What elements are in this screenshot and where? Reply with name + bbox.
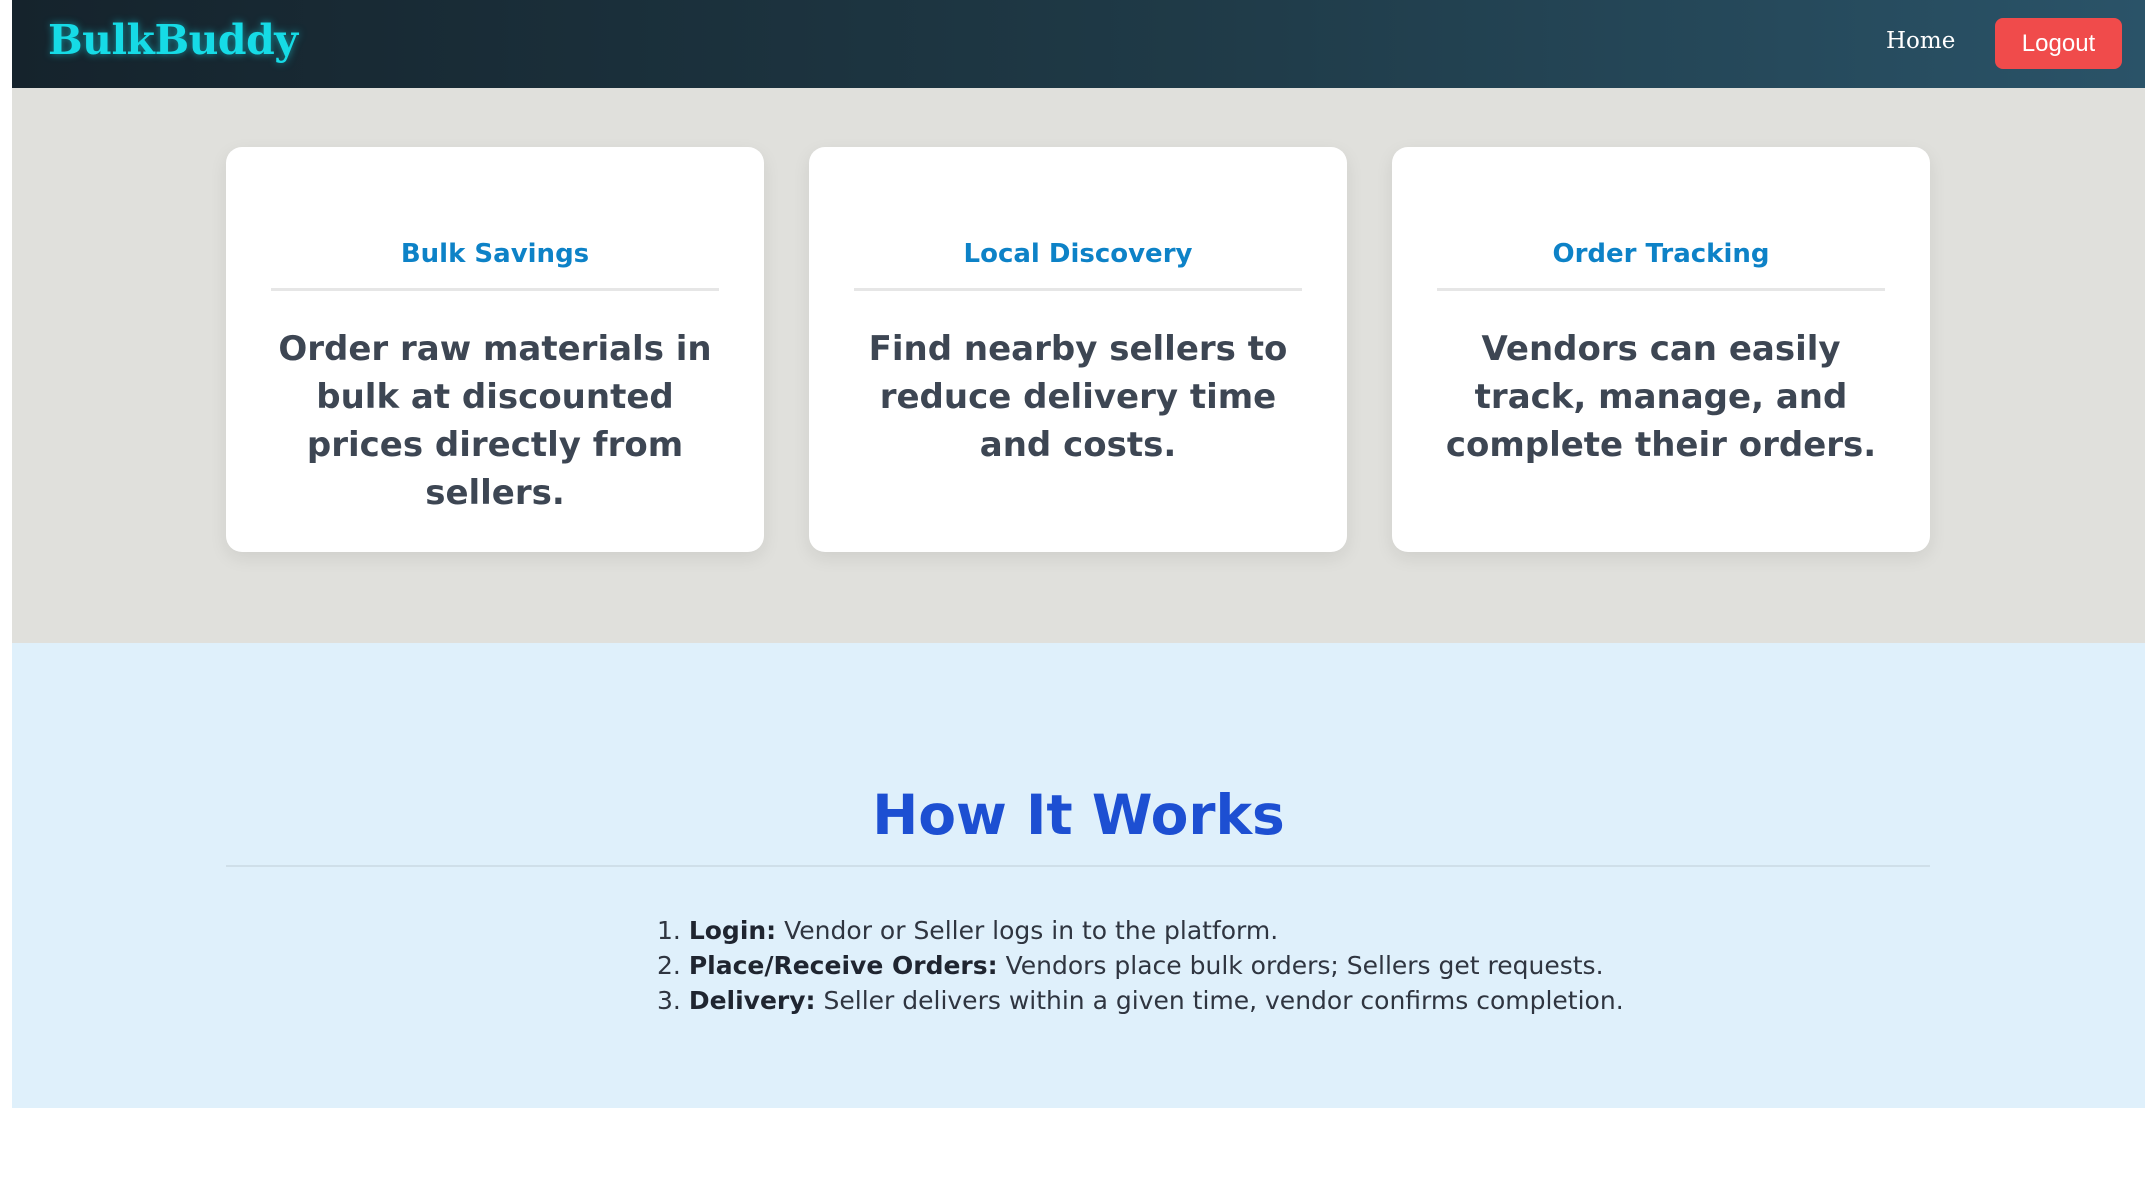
feature-card-text: Order raw materials in bulk at discounte… bbox=[278, 329, 712, 513]
step-text: Vendors place bulk orders; Sellers get r… bbox=[1005, 951, 1604, 980]
nav-home-link[interactable]: Home bbox=[1886, 28, 1955, 54]
step-number: 1. bbox=[657, 916, 681, 945]
features-section: Bulk Savings Order raw materials in bulk… bbox=[12, 88, 2145, 643]
navbar: BulkBuddy Home Logout bbox=[12, 0, 2145, 88]
feature-card-divider bbox=[854, 288, 1302, 291]
feature-card-title: Local Discovery bbox=[963, 239, 1193, 269]
step-label: Delivery: bbox=[688, 986, 816, 1015]
step-text: Seller delivers within a given time, ven… bbox=[823, 986, 1624, 1015]
how-it-works-section: How It Works 1. Login: Vendor or Seller … bbox=[12, 643, 2145, 1108]
feature-card-order-tracking: Order Tracking Vendors can easily track,… bbox=[1392, 147, 1930, 552]
step-item-delivery: 3. Delivery: Seller delivers within a gi… bbox=[657, 983, 1657, 1018]
step-text: Vendor or Seller logs in to the platform… bbox=[784, 916, 1279, 945]
step-number: 2. bbox=[657, 951, 681, 980]
feature-card-text: Vendors can easily track, manage, and co… bbox=[1445, 329, 1877, 465]
step-label: Place/Receive Orders: bbox=[688, 951, 998, 980]
logout-button[interactable]: Logout bbox=[1995, 18, 2122, 69]
feature-card-divider bbox=[1437, 288, 1885, 291]
step-number: 3. bbox=[657, 986, 681, 1015]
how-it-works-title: How It Works bbox=[872, 783, 1285, 847]
step-label: Login: bbox=[688, 916, 777, 945]
brand-logo[interactable]: BulkBuddy bbox=[48, 16, 298, 64]
steps-list: 1. Login: Vendor or Seller logs in to th… bbox=[657, 913, 1657, 1018]
step-item-login: 1. Login: Vendor or Seller logs in to th… bbox=[657, 913, 1657, 948]
feature-card-bulk-savings: Bulk Savings Order raw materials in bulk… bbox=[226, 147, 764, 552]
step-item-orders: 2. Place/Receive Orders: Vendors place b… bbox=[657, 948, 1657, 983]
feature-card-title: Order Tracking bbox=[1552, 239, 1770, 269]
feature-card-text: Find nearby sellers to reduce delivery t… bbox=[868, 329, 1288, 465]
feature-card-title: Bulk Savings bbox=[400, 239, 590, 269]
how-it-works-divider bbox=[226, 865, 1930, 867]
feature-card-local-discovery: Local Discovery Find nearby sellers to r… bbox=[809, 147, 1347, 552]
feature-card-divider bbox=[271, 288, 719, 291]
